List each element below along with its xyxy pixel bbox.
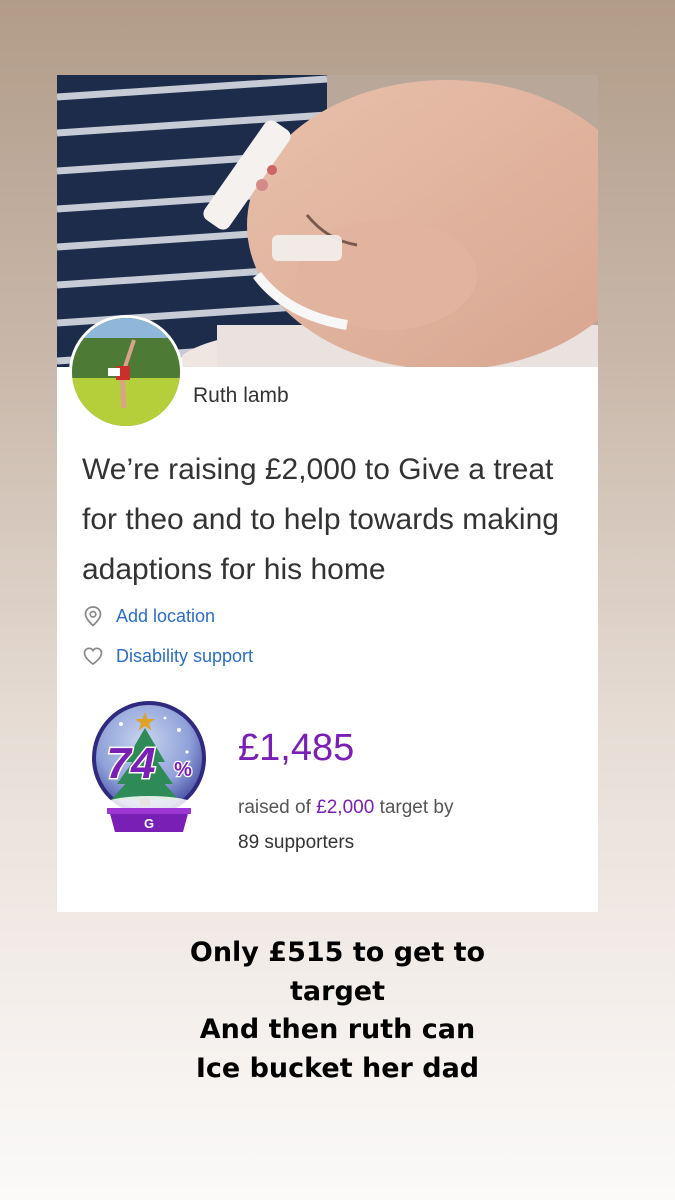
organiser-name[interactable]: Ruth lamb bbox=[193, 384, 289, 408]
progress-percent-sign: % bbox=[174, 759, 192, 781]
target-amount: £2,000 bbox=[316, 797, 375, 818]
fundraiser-card: Ruth lamb We’re raising £2,000 to Give a… bbox=[57, 75, 598, 912]
raised-suffix: target by bbox=[379, 797, 454, 818]
fundraiser-headline: We’re raising £2,000 to Give a treat for… bbox=[82, 453, 559, 586]
amount-raised: £1,485 bbox=[238, 727, 355, 769]
category-row[interactable]: Disability support bbox=[82, 645, 253, 667]
progress-globe: 74 % G bbox=[92, 701, 206, 832]
raised-summary: raised of £2,000 target by bbox=[238, 797, 454, 819]
location-pin-icon bbox=[84, 606, 102, 627]
caption-line: And then ruth can bbox=[199, 1014, 476, 1045]
supporters-count[interactable]: 89 supporters bbox=[238, 832, 354, 854]
caption-line: target bbox=[290, 975, 385, 1007]
location-row[interactable]: Add location bbox=[82, 605, 215, 627]
caption-line: Only £515 to get to bbox=[189, 937, 486, 968]
heart-icon bbox=[83, 647, 103, 666]
add-location-link[interactable]: Add location bbox=[116, 606, 215, 627]
organiser-avatar-photo bbox=[72, 318, 180, 426]
story-caption: Only £515 to get to target And then ruth… bbox=[0, 934, 675, 1088]
caption-line: Ice bucket her dad bbox=[195, 1052, 480, 1084]
organiser-avatar[interactable] bbox=[69, 315, 183, 429]
category-link[interactable]: Disability support bbox=[116, 646, 253, 667]
progress-percent: 74 bbox=[107, 739, 156, 788]
raised-prefix: raised of bbox=[238, 797, 311, 818]
brand-badge: G bbox=[144, 816, 154, 831]
